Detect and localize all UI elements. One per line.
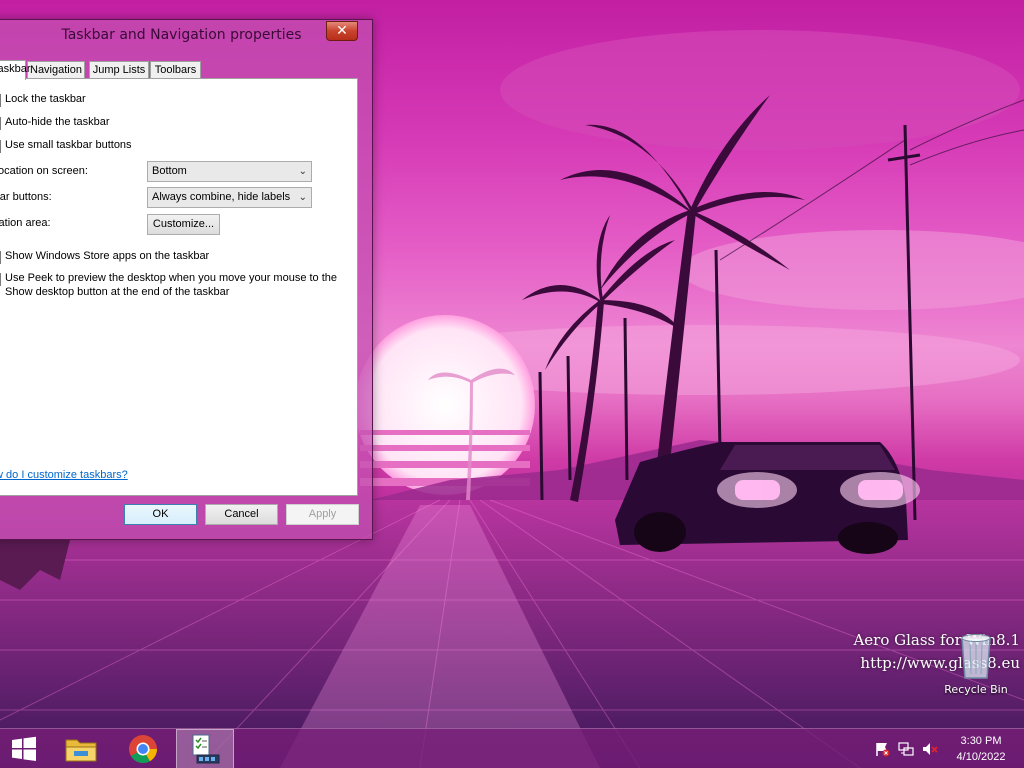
location-value: Bottom [152, 165, 187, 177]
taskbar-settings-panel: Lock the taskbar Auto-hide the taskbar U… [0, 78, 358, 496]
peek-checkbox[interactable] [0, 273, 1, 286]
taskbar-buttons-value: Always combine, hide labels [152, 191, 291, 203]
notification-area-label: Notification area: [0, 217, 51, 229]
peek-label-line2: Show desktop button at the end of the ta… [5, 286, 230, 298]
file-explorer-button[interactable] [54, 729, 112, 768]
network-icon[interactable] [898, 741, 914, 757]
tab-taskbar[interactable]: Taskbar [0, 60, 31, 80]
recycle-bin-label: Recycle Bin [944, 683, 1008, 696]
cancel-button[interactable]: Cancel [205, 504, 278, 525]
location-label: Taskbar location on screen: [0, 165, 88, 177]
customize-button[interactable]: Customize... [147, 214, 220, 235]
start-button[interactable] [0, 729, 48, 768]
clock-time: 3:30 PM [960, 735, 1002, 747]
peek-label-line1: Use Peek to preview the desktop when you… [5, 272, 338, 284]
taskbar: 3:30 PM 4/10/2022 [0, 728, 1024, 768]
taskbar-buttons-label: Taskbar buttons: [0, 191, 52, 203]
dialog-title: Taskbar and Navigation properties [61, 27, 302, 43]
store-apps-label: Show Windows Store apps on the taskbar [5, 250, 210, 262]
autohide-checkbox[interactable] [0, 117, 1, 130]
small-buttons-checkbox[interactable] [0, 140, 1, 153]
tab-jump-lists[interactable]: Jump Lists [89, 61, 149, 79]
file-explorer-icon [65, 739, 97, 762]
ok-button[interactable]: OK [124, 504, 197, 525]
clock-date: 4/10/2022 [956, 751, 1006, 763]
chrome-button[interactable] [114, 729, 172, 768]
close-icon: ✕ [336, 23, 348, 39]
small-buttons-label: Use small taskbar buttons [5, 139, 132, 151]
tab-toolbars[interactable]: Toolbars [150, 61, 201, 79]
recycle-bin-icon [961, 634, 991, 679]
help-link[interactable]: How do I customize taskbars? [0, 469, 128, 481]
recycle-bin[interactable]: Recycle Bin [936, 630, 1016, 700]
taskbar-properties-icon [192, 734, 220, 764]
tab-navigation[interactable]: Navigation [27, 61, 85, 79]
chrome-icon [129, 735, 158, 764]
apply-button[interactable]: Apply [286, 504, 359, 525]
close-button[interactable]: ✕ [326, 21, 358, 41]
taskbar-buttons-dropdown[interactable]: Always combine, hide labels ⌄ [147, 187, 312, 208]
location-dropdown[interactable]: Bottom ⌄ [147, 161, 312, 182]
store-apps-checkbox[interactable] [0, 251, 1, 264]
chevron-down-icon: ⌄ [298, 166, 307, 177]
action-center-flag-icon[interactable] [874, 741, 890, 757]
system-clock[interactable]: 3:30 PM 4/10/2022 [950, 733, 1012, 765]
dialog-titlebar[interactable]: Taskbar and Navigation properties ✕ [0, 20, 372, 50]
volume-muted-icon[interactable] [922, 741, 938, 757]
taskbar-properties-button[interactable] [176, 729, 234, 768]
taskbar-properties-dialog: Taskbar and Navigation properties ✕ Task… [0, 19, 373, 540]
tab-bar: Taskbar Navigation Jump Lists Toolbars [0, 60, 372, 80]
windows-start-icon [12, 736, 36, 761]
lock-taskbar-label: Lock the taskbar [5, 93, 86, 105]
chevron-down-icon: ⌄ [298, 192, 307, 203]
autohide-label: Auto-hide the taskbar [5, 116, 110, 128]
lock-taskbar-checkbox[interactable] [0, 94, 1, 107]
